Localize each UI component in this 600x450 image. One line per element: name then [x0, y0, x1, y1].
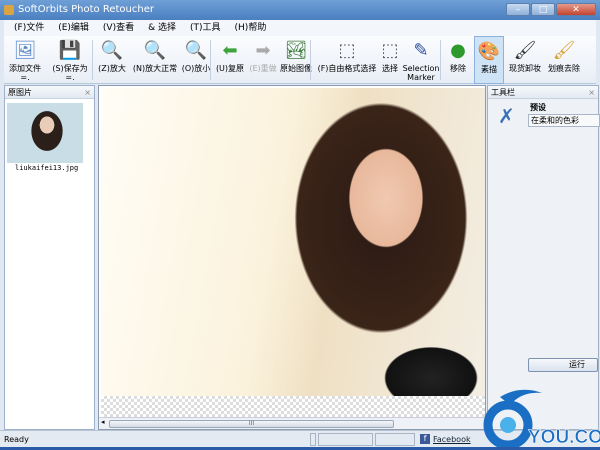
close-icon[interactable]: ×	[588, 86, 595, 99]
sketch-icon: 🎨	[477, 40, 501, 62]
toolbar-separator	[310, 40, 311, 80]
toolbar-button-label: (E)重做	[249, 64, 277, 73]
preset-select[interactable]: 在柔和的色彩	[528, 114, 600, 127]
toolbar-button-spot-removal[interactable]: 🖌 现货卸妆	[506, 36, 544, 84]
zoom-in-icon: 🔍	[100, 39, 124, 61]
toolbar-button-save[interactable]: 💾 (S)保存为=.	[48, 36, 92, 84]
save-icon: 💾	[58, 39, 82, 61]
toolbar: 🖼 添加文件=. 💾 (S)保存为=. 🔍 (Z)放大 🔍 (N)放大正常 🔍 (O)放小 ⬅ (U)…	[4, 36, 596, 84]
thumbnail[interactable]	[7, 103, 83, 163]
toolbar-button-label: (S)保存为=.	[52, 64, 88, 82]
toolbar-button-label: 移除	[450, 64, 466, 73]
toolbar-button-label: (O)放小	[181, 64, 211, 73]
horizontal-scrollbar[interactable]: ◂ III	[99, 417, 485, 429]
app-window: SoftOrbits Photo Retoucher – □ ✕ (F)文件 (E…	[0, 0, 600, 450]
close-icon[interactable]: ×	[84, 86, 91, 99]
toolbar-button-lasso-select[interactable]: ⬚ (F)自由格式选择	[314, 36, 380, 84]
toolbar-button-scratch-removal[interactable]: 🖌 划痕去除	[544, 36, 584, 84]
lasso-select-icon: ⬚	[338, 39, 356, 61]
toolbar-button-label: (F)自由格式选择	[317, 64, 377, 73]
scroll-left-icon[interactable]: ◂	[101, 418, 105, 426]
preset-label: 预设	[530, 103, 546, 112]
photo	[101, 88, 485, 396]
menu-item[interactable]: (V)查看	[103, 20, 134, 36]
toolbar-separator	[440, 40, 441, 80]
redo-icon: ➡	[255, 39, 271, 61]
toolbar-button-label: 划痕去除	[548, 64, 580, 73]
rect-select-icon: ⬚	[381, 39, 399, 61]
title-bar: SoftOrbits Photo Retoucher – □ ✕	[0, 0, 600, 20]
menu-item[interactable]: (F)文件	[14, 20, 44, 36]
selection-marker-icon: ✎	[413, 39, 429, 61]
toolbar-button-label: (N)放大正常	[132, 64, 178, 73]
panel-title: 工具栏	[491, 88, 515, 97]
toolbar-button-sketch[interactable]: 🎨 素描	[474, 36, 504, 84]
menu-item[interactable]: (E)编辑	[58, 20, 89, 36]
watermark-logo: YOU.COM	[480, 385, 600, 450]
zoom-normal-icon: 🔍	[143, 39, 167, 61]
brush-tools-icon: ✗	[498, 104, 515, 128]
toolbar-button-label: 添加文件=.	[9, 64, 41, 82]
tools-panel: 工具栏 × ✗ 预设 在柔和的色彩 运行	[487, 85, 600, 430]
scroll-thumb[interactable]: III	[109, 420, 394, 428]
toolbar-button-label: Selection Marker	[402, 64, 440, 82]
toolbar-button-remove[interactable]: ● 移除	[444, 36, 472, 84]
menu-item[interactable]: & 选择	[148, 20, 176, 36]
toolbar-button-selection-marker[interactable]: ✎ Selection Marker	[402, 36, 440, 84]
status-text: Ready	[4, 435, 29, 444]
remove-icon: ●	[450, 39, 466, 61]
toolbar-button-label: 现货卸妆	[509, 64, 541, 73]
facebook-icon: f	[420, 434, 430, 444]
app-icon	[4, 5, 14, 15]
menu-item[interactable]: (T)工具	[190, 20, 221, 36]
scratch-removal-icon: 🖌	[552, 39, 576, 61]
image-canvas[interactable]: ◂ III	[98, 85, 486, 430]
toolbar-button-redo[interactable]: ➡ (E)重做	[248, 36, 278, 84]
facebook-link[interactable]: Facebook	[433, 431, 471, 448]
transparent-area	[101, 396, 485, 418]
svg-text:YOU.COM: YOU.COM	[528, 427, 600, 447]
toolbar-button-label: 素描	[481, 65, 497, 74]
original-images-panel: 原图片 × liukaifei13.jpg	[4, 85, 95, 430]
toolbar-separator	[210, 40, 211, 80]
toolbar-button-zoom-normal[interactable]: 🔍 (N)放大正常	[132, 36, 178, 84]
toolbar-button-zoom-out[interactable]: 🔍 (O)放小	[180, 36, 212, 84]
minimize-button[interactable]: –	[506, 3, 530, 16]
toolbar-button-label: (Z)放大	[98, 64, 126, 73]
toolbar-button-label: (U)复原	[215, 64, 245, 73]
menu-bar: (F)文件 (E)编辑 (V)查看 & 选择 (T)工具 (H)帮助	[4, 20, 596, 36]
toolbar-button-undo[interactable]: ⬅ (U)复原	[214, 36, 246, 84]
maximize-button[interactable]: □	[531, 3, 555, 16]
run-button[interactable]: 运行	[528, 358, 598, 372]
zoom-out-icon: 🔍	[184, 39, 208, 61]
undo-icon: ⬅	[222, 39, 238, 61]
original-image-icon: 🏞	[284, 39, 308, 61]
panel-title: 原图片	[8, 88, 32, 97]
toolbar-button-add-file[interactable]: 🖼 添加文件=.	[6, 36, 44, 84]
close-button[interactable]: ✕	[556, 3, 596, 16]
toolbar-button-zoom-in[interactable]: 🔍 (Z)放大	[96, 36, 128, 84]
add-file-icon: 🖼	[13, 39, 37, 61]
spot-removal-icon: 🖌	[513, 39, 537, 61]
thumbnail-filename: liukaifei13.jpg	[15, 164, 79, 172]
toolbar-button-original-image[interactable]: 🏞 原始图像	[280, 36, 312, 84]
toolbar-separator	[92, 40, 93, 80]
window-title: SoftOrbits Photo Retoucher	[18, 4, 154, 15]
toolbar-button-label: 原始图像	[280, 64, 312, 73]
menu-item[interactable]: (H)帮助	[235, 20, 267, 36]
